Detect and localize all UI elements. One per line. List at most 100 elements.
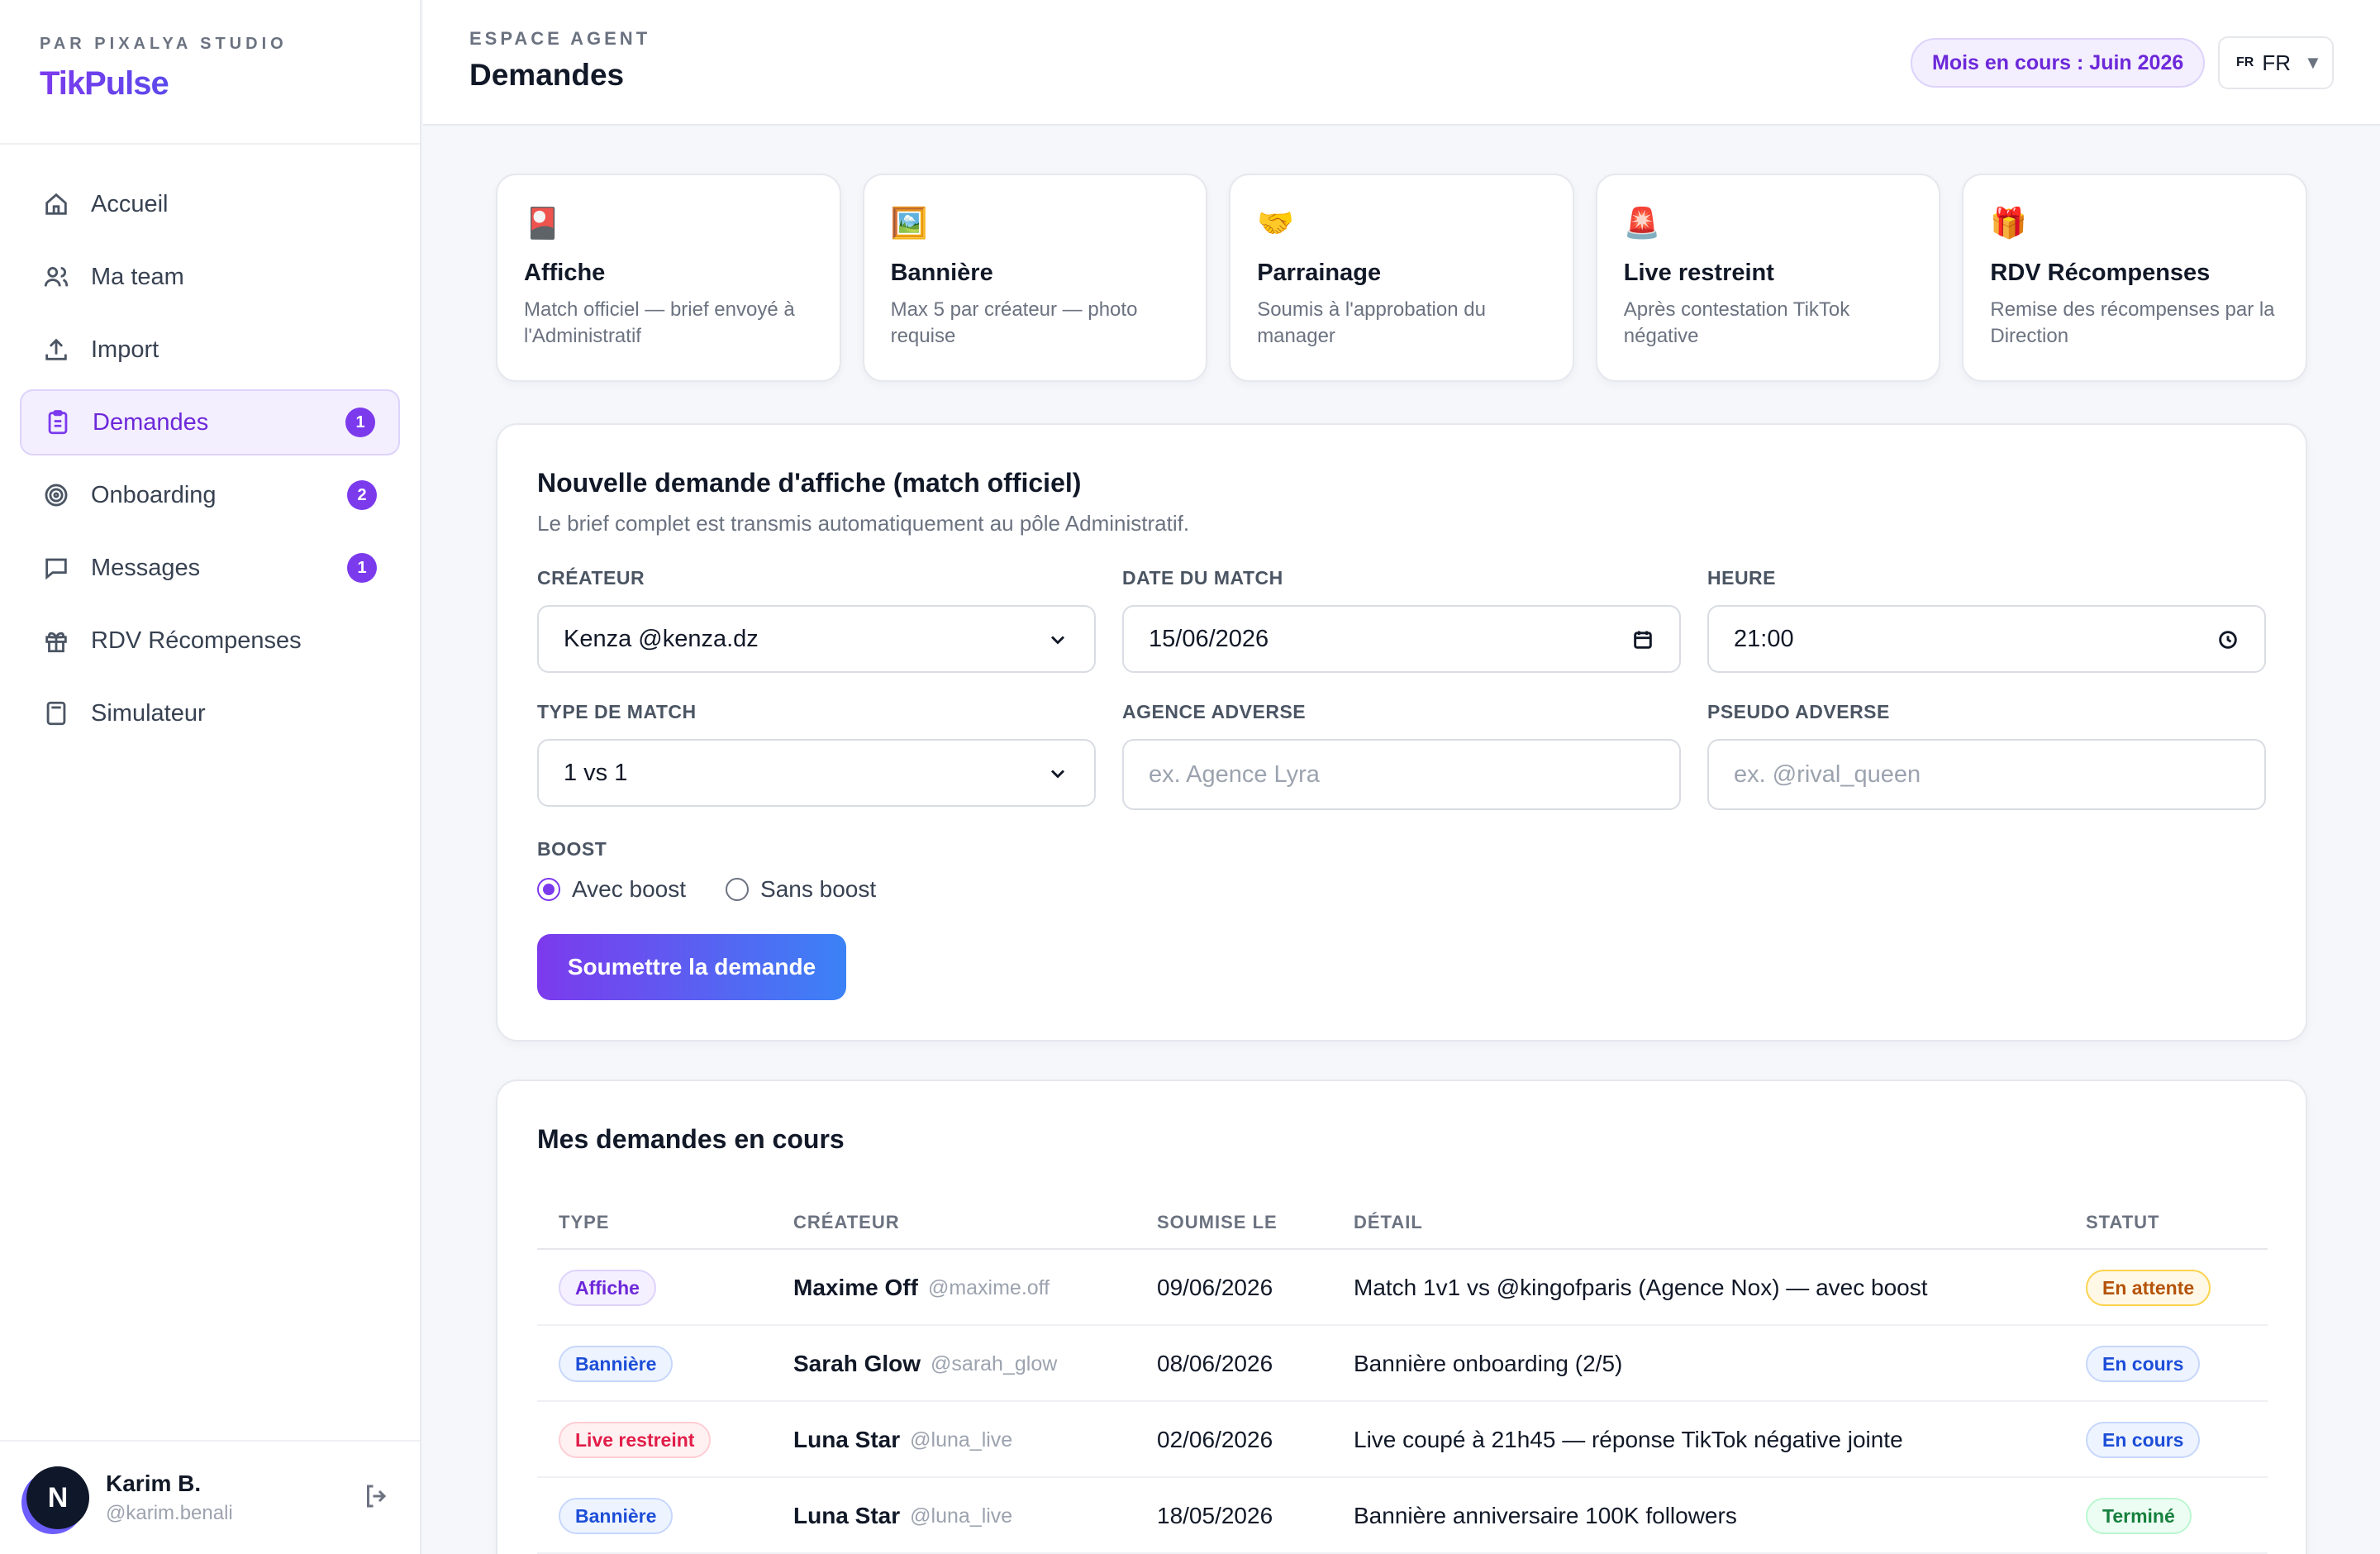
- match-type-label: TYPE DE MATCH: [537, 701, 697, 722]
- request-detail: Live coupé à 21h45 — réponse TikTok néga…: [1354, 1427, 1903, 1452]
- page-title: Demandes: [469, 58, 625, 92]
- user-profile: N Karim B. @karim.benali: [0, 1440, 420, 1554]
- language-value: FR: [2262, 50, 2291, 75]
- logout-icon[interactable]: [362, 1481, 395, 1514]
- boost-off-radio[interactable]: [726, 878, 750, 901]
- picture-icon: 🖼️: [890, 206, 928, 240]
- opponent-agency-input[interactable]: ex. Agence Lyra: [1122, 739, 1681, 810]
- user-name: Karim B.: [106, 1471, 202, 1496]
- sidebar-nav: Accueil Ma team Import Demandes 1 Onboarding 2…: [0, 145, 420, 746]
- type-badge: Bannière: [559, 1346, 674, 1382]
- user-handle: @karim.benali: [106, 1502, 233, 1524]
- creator-select[interactable]: Kenza @kenza.dz: [537, 605, 1096, 673]
- new-request-form: Nouvelle demande d'affiche (match offici…: [496, 423, 2307, 1042]
- my-requests-panel: Mes demandes en cours TYPE CRÉATEUR SOUM…: [496, 1080, 2307, 1554]
- boost-off-option[interactable]: Sans boost: [726, 876, 876, 903]
- table-row[interactable]: Live restreint Luna Star @luna_live 02/06/2…: [537, 1402, 2268, 1478]
- creator-name: Luna Star: [793, 1503, 901, 1528]
- card-title: RDV Récompenses: [1990, 260, 2211, 286]
- request-detail: Match 1v1 vs @kingofparis (Agence Nox) —…: [1354, 1275, 1928, 1300]
- brand-studio: PAR PIXALYA STUDIO: [40, 35, 288, 53]
- type-badge: Live restreint: [559, 1422, 712, 1458]
- boost-on-radio[interactable]: [537, 878, 560, 901]
- creator-name: Sarah Glow: [793, 1351, 921, 1376]
- requests-title: Mes demandes en cours: [537, 1124, 845, 1154]
- match-date-value: 15/06/2026: [1149, 625, 1269, 652]
- column-creator: CRÉATEUR: [793, 1212, 900, 1232]
- gift-icon: [41, 626, 71, 655]
- match-date-field[interactable]: 15/06/2026: [1122, 605, 1681, 673]
- table-row[interactable]: Affiche Maxime Off @maxime.off 09/06/2026 Ma…: [537, 1250, 2268, 1326]
- page-section: ESPACE AGENT: [469, 28, 651, 49]
- boost-radio-group: Avec boost Sans boost: [537, 876, 916, 903]
- opponent-pseudo-input[interactable]: ex. @rival_queen: [1707, 739, 2266, 810]
- request-type-card[interactable]: 🚨 Live restreint Après contestation TikTok…: [1595, 174, 1941, 382]
- topbar: ESPACE AGENT Demandes Mois en cours : Ju…: [423, 0, 2380, 126]
- sidebar-item-ma-team[interactable]: Ma team: [20, 244, 400, 310]
- creator-name: Luna Star: [793, 1427, 901, 1452]
- users-icon: [41, 262, 71, 292]
- chevron-down-icon: [1046, 762, 1069, 785]
- upload-icon: [41, 335, 71, 365]
- poster-icon: 🎴: [524, 206, 561, 240]
- type-badge: Bannière: [559, 1498, 674, 1534]
- match-time-value: 21:00: [1734, 625, 1794, 652]
- table-row[interactable]: Bannière Luna Star @luna_live 18/05/2026 Ban…: [537, 1478, 2268, 1554]
- match-type-select[interactable]: 1 vs 1: [537, 739, 1096, 807]
- match-time-field[interactable]: 21:00: [1707, 605, 2266, 673]
- gift-box-icon: 🎁: [1990, 206, 2028, 240]
- chevron-down-icon: [1046, 628, 1069, 651]
- creator-handle: @luna_live: [910, 1428, 1013, 1452]
- avatar[interactable]: N: [26, 1466, 89, 1529]
- status-badge: En cours: [2086, 1346, 2201, 1382]
- status-badge: En cours: [2086, 1422, 2201, 1458]
- notification-badge: 1: [347, 553, 377, 583]
- clock-icon[interactable]: [2216, 628, 2240, 651]
- sidebar-item-onboarding[interactable]: Onboarding 2: [20, 462, 400, 528]
- language-select[interactable]: FR FR ▼: [2218, 36, 2334, 89]
- request-type-card[interactable]: 🖼️ Bannière Max 5 par créateur — photo req…: [862, 174, 1208, 382]
- boost-on-option[interactable]: Avec boost: [537, 876, 686, 903]
- column-type: TYPE: [559, 1212, 610, 1232]
- card-title: Bannière: [890, 260, 993, 286]
- request-type-card[interactable]: 🎁 RDV Récompenses Remise des récompenses p…: [1962, 174, 2307, 382]
- brand: PAR PIXALYA STUDIO TikPulse: [0, 0, 420, 145]
- creator-label: CRÉATEUR: [537, 567, 645, 589]
- brand-logo[interactable]: TikPulse: [40, 65, 380, 102]
- request-type-card[interactable]: 🤝 Parrainage Soumis à l'approbation du man…: [1229, 174, 1574, 382]
- sidebar-item-label: Onboarding: [91, 481, 217, 508]
- sidebar-item-messages[interactable]: Messages 1: [20, 535, 400, 601]
- target-icon: [41, 480, 71, 510]
- sidebar-item-import[interactable]: Import: [20, 317, 400, 383]
- sidebar: PAR PIXALYA STUDIO TikPulse Accueil Ma te…: [0, 0, 421, 1554]
- form-subtitle: Le brief complet est transmis automatiqu…: [537, 511, 1190, 536]
- flag-icon: FR: [2236, 55, 2254, 69]
- clipboard-icon: [43, 408, 73, 437]
- submit-request-button[interactable]: Soumettre la demande: [537, 934, 846, 1000]
- notification-badge: 2: [347, 480, 377, 510]
- sidebar-item-rdv-r-compenses[interactable]: RDV Récompenses: [20, 608, 400, 674]
- opponent-agency-placeholder: ex. Agence Lyra: [1149, 760, 1320, 788]
- boost-off-label: Sans boost: [760, 876, 877, 902]
- message-icon: [41, 553, 71, 583]
- opponent-pseudo-placeholder: ex. @rival_queen: [1734, 760, 1921, 788]
- request-type-card[interactable]: 🎴 Affiche Match officiel — brief envoyé à …: [496, 174, 841, 382]
- card-title: Live restreint: [1623, 260, 1774, 286]
- pseudo-label: PSEUDO ADVERSE: [1707, 701, 1890, 722]
- creator-name: Maxime Off: [793, 1275, 918, 1300]
- sidebar-item-simulateur[interactable]: Simulateur: [20, 680, 400, 746]
- table-row[interactable]: Bannière Sarah Glow @sarah_glow 08/06/2026 B…: [537, 1326, 2268, 1402]
- column-detail: DÉTAIL: [1354, 1212, 1423, 1232]
- sidebar-item-demandes[interactable]: Demandes 1: [20, 389, 400, 455]
- creator-select-value: Kenza @kenza.dz: [564, 625, 759, 652]
- time-label: HEURE: [1707, 567, 1777, 589]
- card-description: Match officiel — brief envoyé à l'Admini…: [524, 298, 795, 347]
- alarm-icon: 🚨: [1623, 206, 1661, 240]
- calendar-icon[interactable]: [1631, 628, 1654, 651]
- submitted-date: 09/06/2026: [1157, 1275, 1273, 1300]
- sidebar-item-label: Accueil: [91, 190, 169, 217]
- sidebar-item-label: Import: [91, 336, 159, 363]
- sidebar-item-accueil[interactable]: Accueil: [20, 171, 400, 237]
- boost-label: BOOST: [537, 838, 607, 860]
- column-status: STATUT: [2086, 1212, 2160, 1232]
